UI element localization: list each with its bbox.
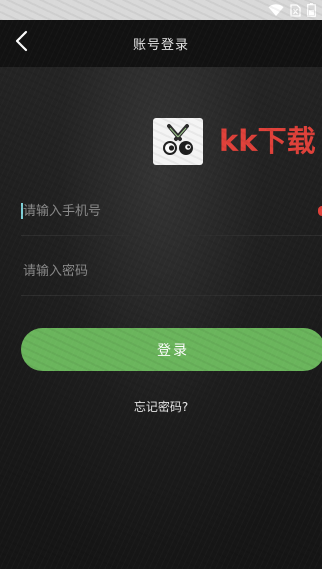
overlay-marker — [318, 206, 322, 216]
status-bar — [0, 0, 322, 20]
sim-icon — [290, 3, 301, 17]
phone-field — [21, 186, 322, 236]
app-logo: kk下载 — [153, 116, 316, 166]
password-input[interactable] — [21, 246, 311, 296]
text-cursor — [21, 203, 23, 219]
phone-input[interactable] — [21, 186, 311, 236]
forgot-password-link[interactable]: 忘记密码? — [0, 398, 322, 415]
brand-name: kk下载 — [219, 123, 316, 158]
page-title: 账号登录 — [132, 38, 189, 53]
password-field — [21, 246, 322, 296]
status-icons — [268, 3, 316, 17]
title-bar: 账号登录 — [0, 20, 322, 67]
wifi-icon — [268, 4, 284, 16]
scissors-eyes-logo-icon — [153, 117, 203, 165]
battery-icon — [307, 3, 316, 17]
login-button[interactable]: 登录 — [21, 328, 322, 371]
login-screen: 账号登录 kk下载 登录 忘记密码? — [0, 0, 322, 569]
